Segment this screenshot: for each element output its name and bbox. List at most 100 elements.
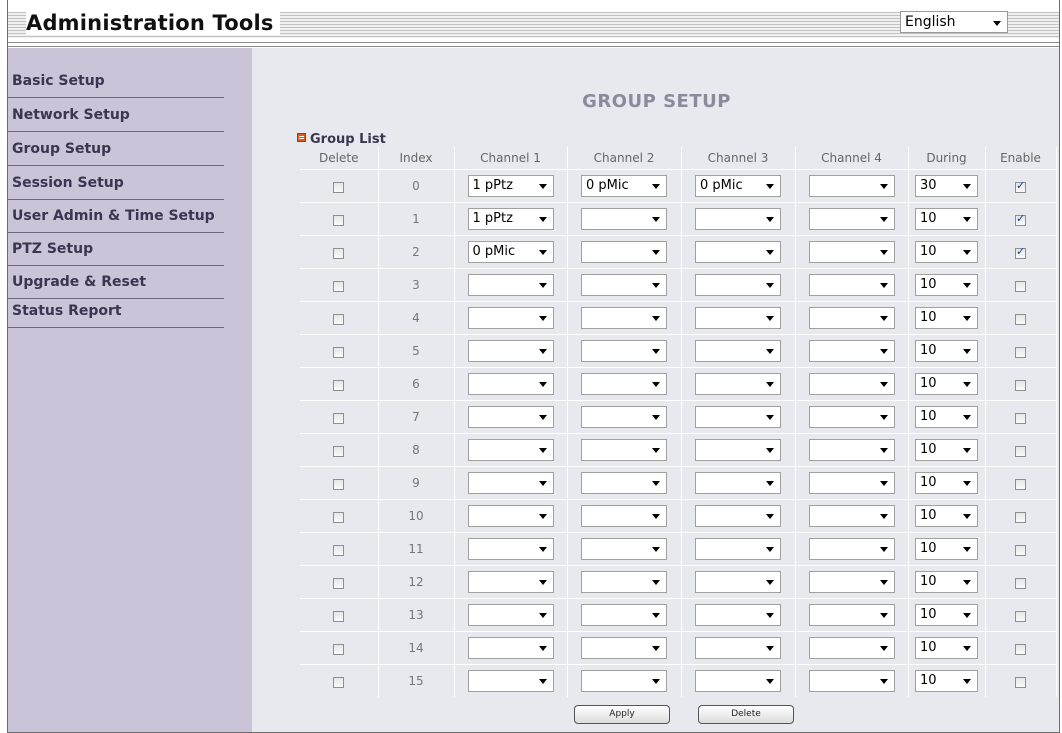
enable-checkbox[interactable] xyxy=(1015,245,1026,259)
channel-3-select[interactable] xyxy=(695,241,781,263)
delete-checkbox[interactable] xyxy=(333,577,345,589)
enable-checkbox[interactable] xyxy=(1015,478,1026,490)
channel-1-select[interactable] xyxy=(467,439,554,461)
delete-checkbox[interactable] xyxy=(333,247,345,259)
during-select[interactable]: 10 xyxy=(915,637,978,659)
enable-checkbox[interactable] xyxy=(1015,346,1026,358)
enable-checkbox[interactable] xyxy=(1015,577,1026,589)
channel-4-select[interactable] xyxy=(808,373,895,395)
channel-1-select[interactable] xyxy=(467,670,554,692)
delete-button[interactable]: Delete xyxy=(698,705,794,724)
sidebar-item-group-setup[interactable]: Group Setup xyxy=(8,132,224,166)
channel-1-select[interactable] xyxy=(467,373,554,395)
channel-3-select[interactable] xyxy=(695,373,781,395)
channel-2-select[interactable] xyxy=(581,505,667,527)
channel-2-select[interactable] xyxy=(581,208,667,230)
channel-2-select[interactable] xyxy=(581,439,667,461)
channel-1-select[interactable] xyxy=(467,340,554,362)
channel-1-select[interactable]: 1 pPtz xyxy=(467,175,554,197)
channel-3-select[interactable] xyxy=(695,340,781,362)
channel-2-select[interactable] xyxy=(581,538,667,560)
channel-3-select[interactable] xyxy=(695,571,781,593)
channel-1-select[interactable] xyxy=(467,472,554,494)
channel-4-select[interactable] xyxy=(808,670,895,692)
sidebar-item-ptz-setup[interactable]: PTZ Setup xyxy=(8,232,224,266)
channel-3-select[interactable] xyxy=(695,670,781,692)
enable-checkbox[interactable] xyxy=(1015,212,1026,226)
enable-checkbox[interactable] xyxy=(1015,511,1026,523)
channel-1-select[interactable] xyxy=(467,505,554,527)
channel-1-select[interactable]: 0 pMic xyxy=(467,241,554,263)
channel-3-select[interactable] xyxy=(695,439,781,461)
during-select[interactable]: 10 xyxy=(915,571,978,593)
during-select[interactable]: 10 xyxy=(915,472,978,494)
channel-1-select[interactable] xyxy=(467,406,554,428)
during-select[interactable]: 10 xyxy=(915,604,978,626)
enable-checkbox[interactable] xyxy=(1015,610,1026,622)
channel-2-select[interactable] xyxy=(581,406,667,428)
channel-2-select[interactable] xyxy=(581,637,667,659)
sidebar-item-basic-setup[interactable]: Basic Setup xyxy=(8,64,224,98)
enable-checkbox[interactable] xyxy=(1015,676,1026,688)
delete-checkbox[interactable] xyxy=(333,412,345,424)
during-select[interactable]: 10 xyxy=(915,274,978,296)
channel-2-select[interactable] xyxy=(581,604,667,626)
during-select[interactable]: 30 xyxy=(915,175,978,197)
channel-2-select[interactable] xyxy=(581,340,667,362)
sidebar-item-user-admin-time-setup[interactable]: User Admin & Time Setup xyxy=(8,199,224,233)
channel-3-select[interactable] xyxy=(695,307,781,329)
channel-3-select[interactable]: 0 pMic xyxy=(695,175,781,197)
channel-4-select[interactable] xyxy=(808,307,895,329)
channel-4-select[interactable] xyxy=(808,505,895,527)
channel-4-select[interactable] xyxy=(808,208,895,230)
during-select[interactable]: 10 xyxy=(915,439,978,461)
channel-4-select[interactable] xyxy=(808,274,895,296)
during-select[interactable]: 10 xyxy=(915,241,978,263)
during-select[interactable]: 10 xyxy=(915,670,978,692)
delete-checkbox[interactable] xyxy=(333,313,345,325)
channel-4-select[interactable] xyxy=(808,241,895,263)
delete-checkbox[interactable] xyxy=(333,544,345,556)
channel-4-select[interactable] xyxy=(808,637,895,659)
channel-3-select[interactable] xyxy=(695,637,781,659)
channel-1-select[interactable] xyxy=(467,274,554,296)
channel-1-select[interactable] xyxy=(467,604,554,626)
channel-3-select[interactable] xyxy=(695,274,781,296)
enable-checkbox[interactable] xyxy=(1015,445,1026,457)
channel-2-select[interactable] xyxy=(581,274,667,296)
during-select[interactable]: 10 xyxy=(915,208,978,230)
during-select[interactable]: 10 xyxy=(915,406,978,428)
enable-checkbox[interactable] xyxy=(1015,544,1026,556)
channel-3-select[interactable] xyxy=(695,505,781,527)
channel-4-select[interactable] xyxy=(808,604,895,626)
channel-1-select[interactable] xyxy=(467,637,554,659)
delete-checkbox[interactable] xyxy=(333,445,345,457)
enable-checkbox[interactable] xyxy=(1015,179,1026,193)
channel-4-select[interactable] xyxy=(808,472,895,494)
sidebar-item-network-setup[interactable]: Network Setup xyxy=(8,98,224,132)
during-select[interactable]: 10 xyxy=(915,307,978,329)
channel-4-select[interactable] xyxy=(808,538,895,560)
enable-checkbox[interactable] xyxy=(1015,313,1026,325)
channel-2-select[interactable] xyxy=(581,307,667,329)
channel-2-select[interactable] xyxy=(581,373,667,395)
channel-1-select[interactable] xyxy=(467,538,554,560)
channel-4-select[interactable] xyxy=(808,571,895,593)
during-select[interactable]: 10 xyxy=(915,538,978,560)
delete-checkbox[interactable] xyxy=(333,346,345,358)
during-select[interactable]: 10 xyxy=(915,340,978,362)
apply-button[interactable]: Apply xyxy=(574,705,670,724)
enable-checkbox[interactable] xyxy=(1015,379,1026,391)
channel-4-select[interactable] xyxy=(808,406,895,428)
channel-3-select[interactable] xyxy=(695,604,781,626)
delete-checkbox[interactable] xyxy=(333,379,345,391)
delete-checkbox[interactable] xyxy=(333,280,345,292)
delete-checkbox[interactable] xyxy=(333,676,345,688)
delete-checkbox[interactable] xyxy=(333,643,345,655)
language-select[interactable]: English xyxy=(900,11,1008,33)
channel-3-select[interactable] xyxy=(695,208,781,230)
during-select[interactable]: 10 xyxy=(915,373,978,395)
enable-checkbox[interactable] xyxy=(1015,643,1026,655)
channel-1-select[interactable] xyxy=(467,307,554,329)
channel-3-select[interactable] xyxy=(695,406,781,428)
